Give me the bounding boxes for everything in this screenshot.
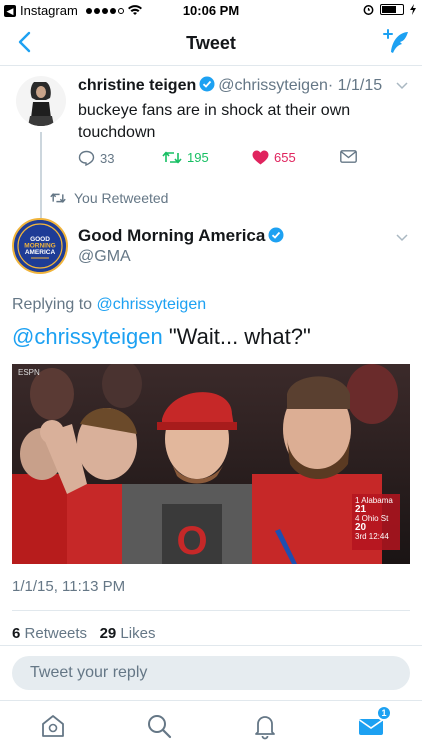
likes-count[interactable]: 29 [100,625,117,642]
you-retweeted-text: You Retweeted [74,190,169,206]
like-action[interactable]: 655 [252,150,296,165]
retweets-count[interactable]: 6 [12,625,20,642]
battery-icon [380,4,404,15]
author-handle[interactable]: @chrissyteigen [218,77,328,94]
replying-to-line: Replying to @chrissyteigen [12,296,206,314]
compose-tweet-icon[interactable] [382,28,410,56]
tweet-timestamp: 1/1/15, 11:13 PM [12,578,126,595]
tweet-date: · 1/1/15 [327,77,383,94]
search-icon[interactable] [144,711,174,741]
messages-tab[interactable]: 1 [356,705,392,741]
chevron-down-icon[interactable] [396,82,408,90]
score-clock: 3rd 12:44 [355,532,389,541]
main-author-handle[interactable]: @GMA [78,248,131,266]
verified-icon [199,76,215,92]
avatar-chrissyteigen[interactable] [16,76,66,126]
avatar-gma[interactable]: GOOD MORNING AMERICA [12,218,68,274]
tweet-stats: 6 Retweets 29 Likes [12,625,155,642]
retweet-icon [162,151,182,164]
retweet-icon [50,193,66,203]
author-name[interactable]: christine teigen [78,77,196,94]
parent-tweet-header: christine teigen @chrissyteigen· 1/1/15 [78,76,408,95]
reply-bar: Tweet your reply [0,645,422,697]
replying-to-link[interactable]: @chrissyteigen [97,296,207,313]
status-bar: ◀ Instagram 10:06 PM [0,0,422,20]
reply-icon [78,150,95,166]
home-icon[interactable] [38,711,68,741]
reply-count: 33 [100,150,115,166]
heart-icon [252,150,269,165]
tweet-media-image[interactable]: O ESPN 1 Alabama 21 4 Ohio St 20 3rd 12:… [12,364,410,564]
divider [12,610,410,611]
charging-icon [410,4,416,15]
person-photo-icon [16,76,66,126]
main-author-name[interactable]: Good Morning America [78,226,287,246]
retweet-count: 195 [187,150,209,165]
you-retweeted-label: You Retweeted [50,190,168,206]
gma-logo: GOOD MORNING AMERICA [14,220,66,272]
network-watermark: ESPN [18,368,40,377]
gma-logo-line3: AMERICA [25,249,56,256]
tab-bar: 1 [0,700,422,750]
status-bar-right [363,4,416,15]
reply-action[interactable]: 33 [78,150,114,166]
replying-to-prefix: Replying to [12,296,93,313]
direct-message-action[interactable] [340,150,357,163]
main-tweet-text: @chrissyteigen "Wait... what?" [12,324,311,350]
parent-tweet-text: buckeye fans are in shock at their own t… [78,102,351,141]
parent-tweet-actions: 33 195 655 [78,150,378,168]
reply-input[interactable]: Tweet your reply [12,656,410,690]
retweets-label[interactable]: Retweets [25,625,88,642]
messages-badge: 1 [376,705,392,721]
like-count: 655 [274,150,296,165]
scoreboard-overlay: 1 Alabama 21 4 Ohio St 20 3rd 12:44 [352,494,400,550]
mention-link[interactable]: @chrissyteigen [12,324,163,349]
main-author-name-text[interactable]: Good Morning America [78,226,265,245]
crowd-photo: O [12,364,410,564]
status-time: 10:06 PM [182,3,240,18]
notifications-bell-icon[interactable] [250,711,280,741]
retweet-action[interactable]: 195 [162,150,209,165]
alarm-icon [363,5,374,15]
chevron-down-icon[interactable] [396,234,408,242]
main-tweet-body: "Wait... what?" [162,324,311,349]
envelope-icon [340,150,357,163]
nav-bar: Tweet [0,20,422,66]
svg-text:O: O [176,519,207,563]
page-title: Tweet [186,33,236,53]
likes-label[interactable]: Likes [120,625,155,642]
verified-icon [268,227,284,243]
